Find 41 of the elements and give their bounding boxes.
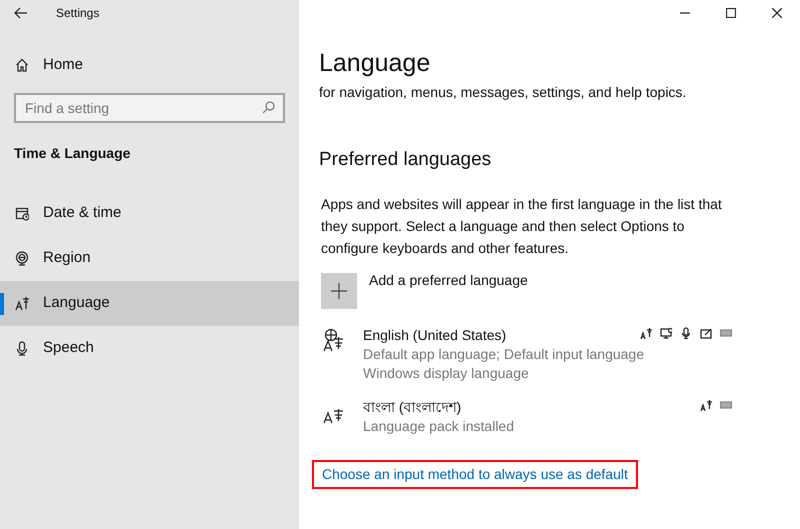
text-to-speech-icon (700, 398, 712, 410)
pen-icon (700, 326, 712, 338)
search-icon (262, 101, 275, 114)
language-detail: Default app language; Default input language (363, 344, 645, 364)
text-to-speech-icon (640, 326, 652, 338)
microphone-icon (680, 326, 692, 338)
language-name: বাংলা (বাংলাদেশ) (363, 398, 462, 416)
maximize-icon (726, 8, 736, 18)
nav-item[interactable]: Speech (0, 326, 299, 371)
description-text: Apps and websites will appear in the first language in the list that they support. Select a language and then select Options to configure keyboards and other features. (320, 194, 723, 258)
add-language-button[interactable]: Add a preferred language (319, 272, 760, 308)
default-input-method-link[interactable]: Choose an input method to always use as default (312, 460, 638, 488)
back-arrow-icon (14, 7, 28, 19)
home-nav-item[interactable]: Home (0, 45, 299, 85)
language-icon (323, 408, 344, 424)
language-detail: Windows display language (363, 364, 530, 382)
plus-icon (331, 282, 347, 298)
section-heading: Preferred languages (319, 148, 492, 172)
search-field[interactable]: Find a setting (14, 93, 285, 123)
nav-item[interactable]: Region (0, 236, 299, 281)
globe-icon (15, 251, 29, 266)
keyboard-icon (720, 326, 732, 338)
nav-item[interactable]: Date & time (0, 191, 299, 236)
section-heading: Time & Language (13, 144, 132, 163)
intro-text: for navigation, menus, messages, settings, and help topics. (319, 83, 688, 102)
keyboard-icon (720, 398, 732, 410)
language-detail: Language pack installed (363, 416, 516, 436)
display-language-icon (323, 328, 344, 352)
selection-indicator (0, 293, 4, 315)
language-icon (15, 296, 29, 311)
home-icon (15, 58, 29, 72)
nav-item[interactable]: Language (0, 281, 299, 326)
language-item[interactable]: English (United States) Default app language; Default input language Windows display language (319, 324, 760, 382)
language-item[interactable]: বাংলা (বাংলাদেশ) Language pack installed (319, 396, 760, 436)
language-name: English (United States) (363, 326, 508, 344)
window-title: Settings (56, 5, 100, 22)
close-icon (772, 8, 782, 18)
microphone-icon (15, 341, 29, 356)
calendar-icon (15, 206, 29, 221)
page-title: Language (319, 48, 432, 78)
display-icon (660, 326, 672, 338)
